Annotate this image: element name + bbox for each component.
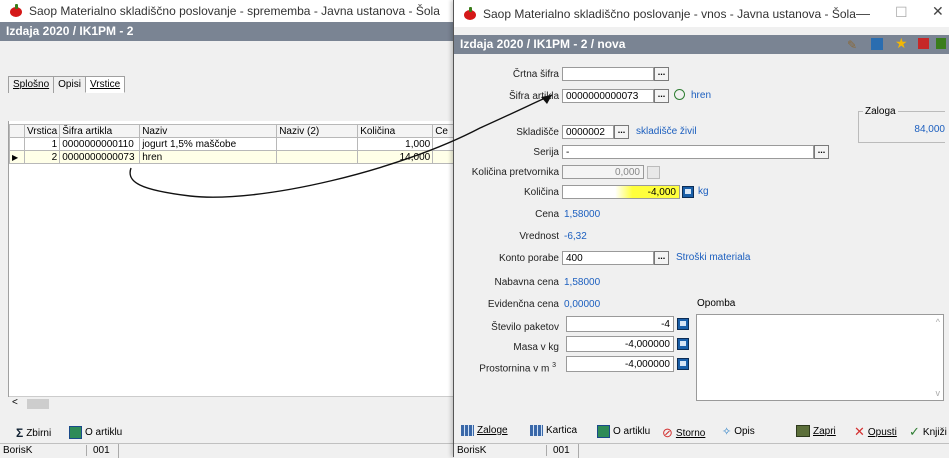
annotation-curve xyxy=(129,94,553,198)
annotation-arrow xyxy=(129,94,553,198)
